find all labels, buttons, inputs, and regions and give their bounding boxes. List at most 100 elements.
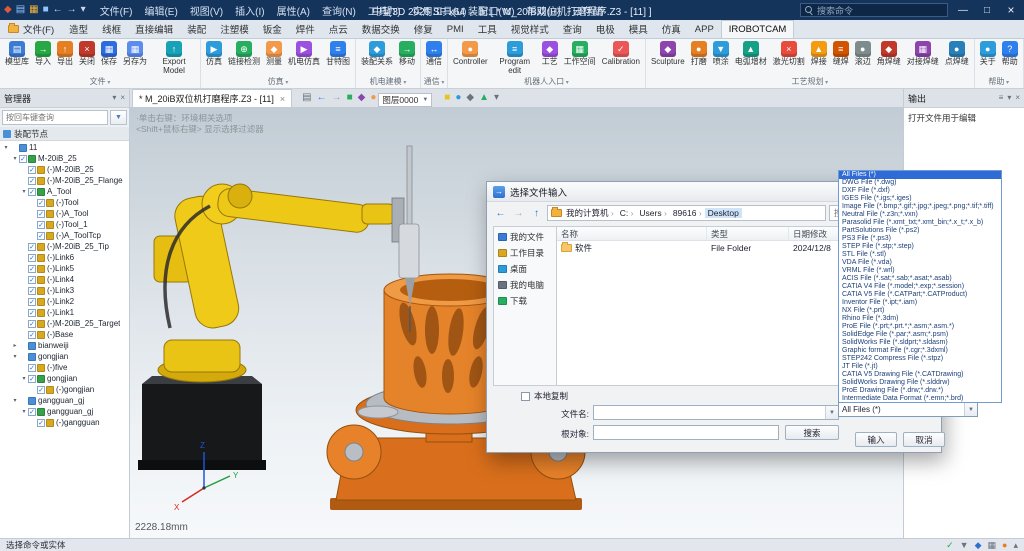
qat-customize-icon[interactable]: ▾ [81, 5, 86, 15]
command-search-input[interactable]: 搜索命令 [800, 3, 948, 17]
manager-close-icon[interactable] [120, 94, 125, 102]
seam-weld-button[interactable]: ≡ 缝焊 [830, 39, 852, 67]
zoom-fit-icon[interactable]: ◆ [466, 93, 474, 103]
tree-checkbox[interactable] [28, 177, 36, 185]
filetype-option[interactable]: DWG File (*.dwg) [839, 179, 1001, 187]
ribbon-tab[interactable]: PMI [440, 20, 471, 38]
ribbon-tab[interactable]: 线框 [95, 20, 128, 38]
dialog-search-button[interactable]: 搜索 [785, 425, 839, 440]
spot-weld-button[interactable]: ● 点焊缝 [942, 39, 972, 67]
filetype-option[interactable]: Rhino File (*.3dm) [839, 315, 1001, 323]
ribbon-group-label[interactable]: 仿真 [203, 76, 353, 88]
tree-item[interactable]: (-)Tool_1 [0, 219, 129, 230]
ribbon-tab[interactable]: 工具 [471, 20, 504, 38]
filetype-option[interactable]: SolidWorks Drawing File (*.slddrw) [839, 379, 1001, 387]
tree-checkbox[interactable] [28, 331, 36, 339]
robot-arm[interactable] [154, 184, 394, 382]
import-button[interactable]: → 导入 [32, 39, 54, 67]
tree-item[interactable]: (-)M-20iB_25_Target [0, 318, 129, 329]
ribbon-tab[interactable]: 钣金 [256, 20, 289, 38]
filetype-option[interactable]: DXF File (*.dxf) [839, 187, 1001, 195]
dialog-cancel-button[interactable]: 取消 [903, 432, 945, 447]
tree-checkbox[interactable] [28, 375, 36, 383]
tree-checkbox[interactable] [28, 243, 36, 251]
tree-item[interactable]: (-)Link4 [0, 274, 129, 285]
tree-item[interactable]: ▾ gongjian [0, 373, 129, 384]
root-object-input[interactable] [593, 425, 779, 440]
tree-expander-icon[interactable]: ▾ [2, 144, 10, 151]
filetype-option[interactable]: PartSolutions File (*.ps2) [839, 227, 1001, 235]
file-menu-tab[interactable]: 文件(F) [0, 20, 62, 38]
save-file-icon[interactable]: ■ [43, 5, 49, 15]
tree-checkbox[interactable] [28, 320, 36, 328]
tree-checkbox[interactable] [28, 166, 36, 174]
tree-checkbox[interactable] [37, 199, 45, 207]
tree-item[interactable]: ▾ A_Tool [0, 186, 129, 197]
filetype-option[interactable]: ProE Drawing File (*.drw;*.drw.*) [839, 387, 1001, 395]
tree-item[interactable]: (-)gangguan [0, 417, 129, 428]
tree-item[interactable]: (-)A_ToolTcp [0, 230, 129, 241]
simulate-button[interactable]: ▶ 仿真 [203, 39, 225, 67]
breadcrumb-segment[interactable]: C: [617, 208, 637, 218]
tree-expander-icon[interactable]: ▾ [11, 397, 19, 404]
tree-item[interactable]: (-)gongjian [0, 384, 129, 395]
tree-checkbox[interactable] [37, 419, 45, 427]
display-mode-icon[interactable]: ■ [347, 93, 353, 103]
places-item[interactable]: 桌面 [494, 261, 556, 276]
tree-checkbox[interactable] [19, 155, 27, 163]
ribbon-group-label[interactable]: 通信 [423, 76, 445, 88]
ribbon-tab[interactable]: IROBOTCAM [721, 20, 795, 38]
filetype-option[interactable]: STL File (*.stl) [839, 251, 1001, 259]
butt-weld-button[interactable]: ▦ 对接焊缝 [904, 39, 942, 67]
breadcrumb[interactable]: 我的计算机 C: Users 89616 Desktop [547, 205, 826, 221]
grid-icon[interactable]: ▦ [988, 541, 997, 550]
document-tab[interactable]: * M_20iB双位机打磨程序.Z3 - [11] × [132, 89, 292, 107]
visibility-icon[interactable]: ● [455, 93, 461, 103]
filter-funnel-icon[interactable]: ▼ [110, 110, 127, 125]
redo-icon[interactable]: → [67, 5, 77, 15]
help-button[interactable]: ? 帮助 [999, 39, 1021, 67]
tree-item[interactable]: (-)M-20iB_25_Flange [0, 175, 129, 186]
tree-checkbox[interactable] [28, 276, 36, 284]
tree-expander-icon[interactable]: ▾ [20, 188, 28, 195]
ribbon-tab[interactable]: 装配 [180, 20, 213, 38]
spray-button[interactable]: ▼ 喷涂 [710, 39, 732, 67]
filetype-option[interactable]: Parasolid File (*.xmt_txt;*.xmt_bin;*.x_… [839, 219, 1001, 227]
assembly-relation-button[interactable]: ◆ 装配关系 [358, 39, 396, 67]
filetype-option[interactable]: CATIA V4 File (*.model;*.exp;*.session) [839, 283, 1001, 291]
laser-cut-button[interactable]: × 激光切割 [770, 39, 808, 67]
menu-item[interactable]: 云存储 [567, 1, 609, 20]
ribbon-tab[interactable]: 模具 [622, 20, 655, 38]
maximize-button[interactable] [978, 5, 996, 16]
open-file-icon[interactable]: ▦ [29, 5, 38, 15]
tree-item[interactable]: (-)M-20iB_25 [0, 164, 129, 175]
robot-pedestal[interactable] [138, 376, 266, 470]
tree-expander-icon[interactable]: ▾ [11, 155, 19, 162]
places-item[interactable]: 下载 [494, 293, 556, 308]
program-edit-button[interactable]: ≡ Program edit [491, 39, 539, 75]
menu-item[interactable]: 查询(N) [316, 1, 362, 20]
close-window-button[interactable] [1002, 3, 1020, 17]
export-model-button[interactable]: ↑ Export Model [150, 39, 198, 75]
selection-check-icon[interactable]: ✓ [946, 541, 954, 550]
filetype-option[interactable]: STEP File (*.stp;*.step) [839, 243, 1001, 251]
save-as-button[interactable]: ▦ 另存为 [120, 39, 150, 67]
communication-button[interactable]: ↔ 通信 [423, 39, 445, 67]
manager-search-input[interactable] [2, 110, 108, 125]
export-button[interactable]: ↑ 导出 [54, 39, 76, 67]
ribbon-group-label[interactable]: 帮助 [977, 76, 1021, 88]
tree-checkbox[interactable] [28, 364, 36, 372]
ribbon-tab[interactable]: 视觉样式 [504, 20, 556, 38]
ribbon-group-label[interactable]: 机器人入口 [450, 76, 643, 88]
manager-menu-icon[interactable] [112, 94, 116, 102]
move-button[interactable]: → 移动 [396, 39, 418, 67]
chevron-down-icon[interactable]: ▼ [964, 403, 977, 416]
ribbon-tab[interactable]: 修复 [407, 20, 440, 38]
places-item[interactable]: 工作目录 [494, 245, 556, 260]
tree-item[interactable]: (-)Link1 [0, 307, 129, 318]
layer-combo[interactable]: 图层0000 ▼ [378, 93, 432, 107]
undo-icon[interactable]: ← [53, 5, 63, 15]
ribbon-tab[interactable]: APP [688, 20, 721, 38]
app-logo-icon[interactable]: ◆ [4, 5, 12, 15]
controller-button[interactable]: ● Controller [450, 39, 491, 67]
